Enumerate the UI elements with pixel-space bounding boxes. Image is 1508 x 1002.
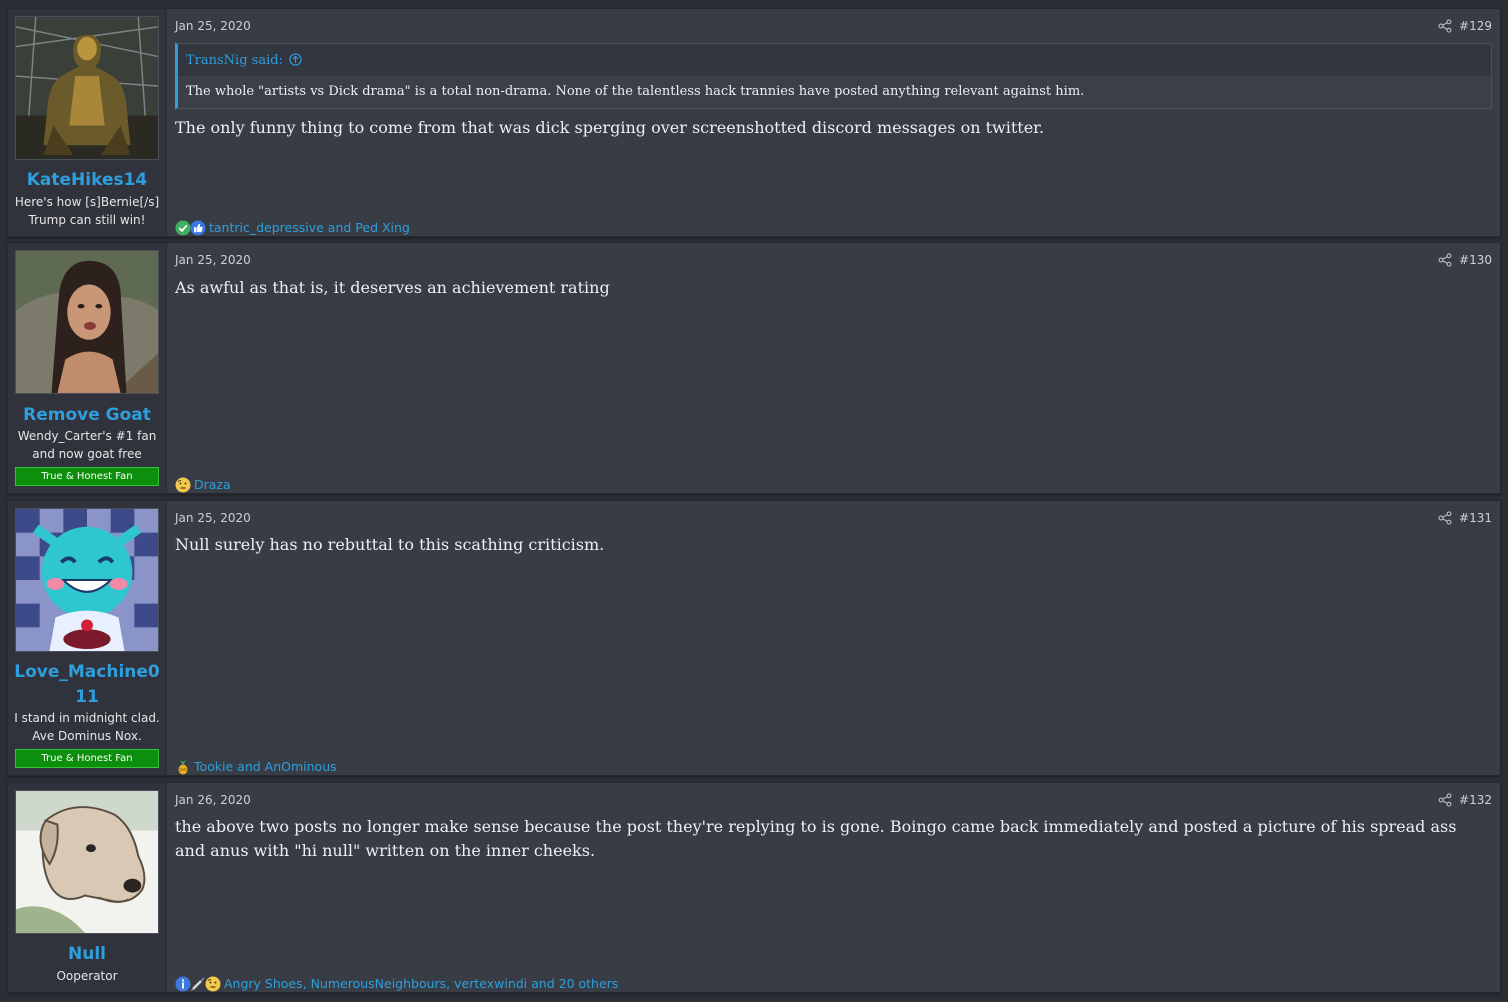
post-message: The only funny thing to come from that w… [175, 118, 1045, 137]
avatar-woman-photo [16, 251, 158, 393]
post-main: Jan 25, 2020 #131 Null surely has no reb… [175, 501, 1500, 775]
user-cell: Remove Goat Wendy_Carter's #1 fan and no… [8, 243, 167, 493]
user-banner: True & Honest Fan [15, 749, 159, 768]
reactions-bar[interactable]: Angry Shoes, NumerousNeighbours, vertexw… [175, 975, 618, 993]
avatar[interactable] [15, 790, 159, 934]
share-icon[interactable] [1438, 19, 1452, 33]
post-main: Jan 25, 2020 #129 TransNig said: The who… [175, 9, 1500, 236]
user-title: Here's how [s]Bernie[/s] Trump can still… [14, 195, 160, 227]
post-message: As awful as that is, it deserves an achi… [175, 278, 610, 297]
thumbs-up-icon [190, 220, 206, 236]
post-message: Null surely has no rebuttal to this scat… [175, 535, 605, 554]
post-number-link[interactable]: #132 [1459, 792, 1492, 808]
reactions-bar[interactable]: Tookie and AnOminous [175, 758, 337, 776]
post-132: Null Ooperator Jan 26, 2020 #132 the abo… [7, 782, 1501, 993]
thread: KateHikes14 Here's how [s]Bernie[/s] Tru… [0, 0, 1508, 1002]
user-cell: Null Ooperator [8, 783, 167, 992]
user-title: Ooperator [56, 969, 118, 983]
post-129: KateHikes14 Here's how [s]Bernie[/s] Tru… [7, 8, 1501, 237]
user-title: I stand in midnight clad. Ave Dominus No… [14, 711, 160, 743]
username[interactable]: Love_Machine011 [12, 660, 162, 710]
share-icon[interactable] [1438, 253, 1452, 267]
reaction-users[interactable]: tantric_depressive and Ped Xing [209, 219, 410, 237]
username[interactable]: Null [12, 942, 162, 967]
info-icon [175, 976, 191, 992]
share-icon[interactable] [1438, 793, 1452, 807]
avatar-statue-image [16, 17, 158, 159]
pineapple-icon [178, 760, 188, 775]
post-date[interactable]: Jan 25, 2020 [175, 510, 251, 526]
post-number-link[interactable]: #129 [1459, 18, 1492, 34]
syringe-icon [191, 977, 205, 991]
post-date[interactable]: Jan 25, 2020 [175, 252, 251, 268]
reactions-bar[interactable]: Draza [175, 476, 231, 494]
post-date[interactable]: Jan 26, 2020 [175, 792, 251, 808]
user-title: Wendy_Carter's #1 fan and now goat free [17, 429, 157, 461]
share-icon[interactable] [1438, 511, 1452, 525]
user-cell: Love_Machine011 I stand in midnight clad… [8, 501, 167, 775]
post-number-link[interactable]: #130 [1459, 252, 1492, 268]
quote-text: The whole "artists vs Dick drama" is a t… [178, 76, 1491, 108]
check-icon [175, 220, 191, 236]
reactions-bar[interactable]: tantric_depressive and Ped Xing [175, 219, 410, 237]
avatar[interactable] [15, 508, 159, 652]
quote-attribution[interactable]: TransNig said: [186, 52, 302, 70]
avatar-cartoon-image [16, 509, 158, 651]
quote-author[interactable]: TransNig said: [186, 53, 283, 68]
reaction-users[interactable]: Draza [194, 476, 231, 494]
post-131: Love_Machine011 I stand in midnight clad… [7, 500, 1501, 776]
jump-up-arrow-icon[interactable] [289, 53, 302, 66]
avatar-dog-drawing [16, 791, 158, 933]
post-number-link[interactable]: #131 [1459, 510, 1492, 526]
avatar[interactable] [15, 250, 159, 394]
post-130: Remove Goat Wendy_Carter's #1 fan and no… [7, 242, 1501, 494]
reaction-users[interactable]: Angry Shoes, NumerousNeighbours, vertexw… [224, 975, 618, 993]
post-date[interactable]: Jan 25, 2020 [175, 18, 251, 34]
post-message: the above two posts no longer make sense… [175, 817, 1457, 860]
avatar[interactable] [15, 16, 159, 160]
post-main: Jan 26, 2020 #132 the above two posts no… [175, 783, 1500, 992]
thinking-icon [205, 976, 221, 992]
post-main: Jan 25, 2020 #130 As awful as that is, i… [175, 243, 1500, 493]
user-banner: True & Honest Fan [15, 467, 159, 486]
username[interactable]: KateHikes14 [12, 168, 162, 193]
username[interactable]: Remove Goat [12, 403, 162, 428]
thinking-icon [175, 477, 191, 493]
quote-block: TransNig said: The whole "artists vs Dic… [175, 43, 1492, 109]
reaction-users[interactable]: Tookie and AnOminous [194, 758, 337, 776]
user-cell: KateHikes14 Here's how [s]Bernie[/s] Tru… [8, 9, 167, 236]
